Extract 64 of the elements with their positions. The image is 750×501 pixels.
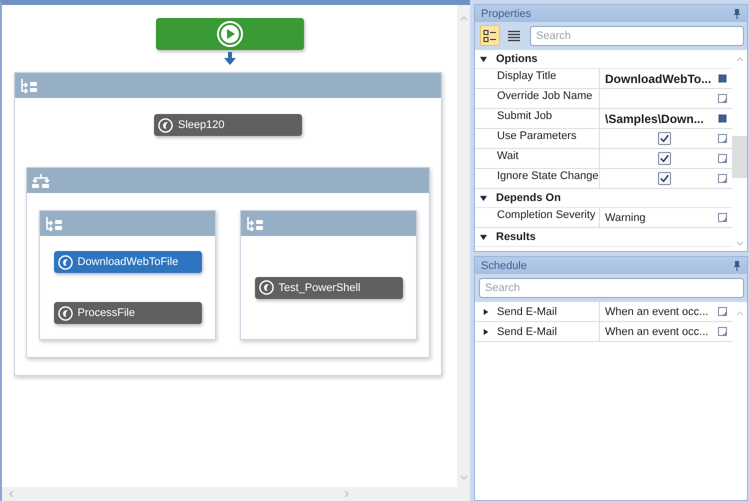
checkbox[interactable] [658,152,670,165]
value-marker-icon[interactable] [718,74,727,83]
scroll-down-icon[interactable] [736,241,744,247]
pin-icon[interactable] [733,260,741,270]
expand-toggle-icon[interactable] [483,328,489,334]
property-name: Use Parameters [475,129,600,148]
panel-title: Schedule [481,260,527,272]
property-name: Ignore State Change [475,169,600,188]
expand-toggle-icon[interactable] [483,308,489,314]
checkbox[interactable] [658,172,670,185]
list-icon [507,28,521,42]
job-icon [58,254,72,270]
value-marker-icon[interactable] [718,307,727,316]
value-marker-icon[interactable] [718,327,727,336]
activity-node[interactable]: ProcessFile [54,302,202,324]
property-name: Wait [475,149,600,168]
sequence-icon [246,216,264,232]
activity-node[interactable]: Sleep120 [154,114,302,136]
activity-node[interactable]: DownloadWebToFile [54,251,202,273]
property-name: Completion Severity [475,208,600,227]
scroll-thumb[interactable] [732,136,747,178]
activity-node[interactable]: Test_PowerShell [254,276,402,298]
property-value[interactable]: \Samples\Down... [605,112,704,126]
play-icon [217,21,243,47]
job-icon [258,280,274,295]
value-marker-icon[interactable] [718,94,727,103]
property-name: Override Job Name [475,89,600,108]
value-marker-icon[interactable] [718,213,727,222]
start-node[interactable] [156,18,304,50]
flow-arrow [223,52,237,66]
value-marker-icon[interactable] [718,174,727,183]
pin-icon[interactable] [733,8,741,18]
category-row[interactable]: Results [475,228,732,247]
sequence-icon [45,216,63,232]
property-name: Display Title [475,69,600,88]
value-marker-icon[interactable] [718,134,727,143]
category-name: Options [496,53,538,65]
property-name: Submit Job [475,109,600,128]
property-value[interactable]: DownloadWebTo... [605,72,712,86]
expand-toggle-icon[interactable] [480,56,487,62]
category-row[interactable]: Options [475,50,732,69]
search-field[interactable]: Search [530,26,744,46]
expand-toggle-icon[interactable] [480,234,487,240]
categorized-list-icon [483,28,497,42]
panel-title: Properties [481,8,532,20]
checkbox[interactable] [658,132,670,145]
search-field[interactable]: Search [479,278,744,298]
schedule-trigger[interactable]: When an event occ... [605,306,708,318]
job-icon [58,306,72,320]
categorized-view-button[interactable] [480,25,500,46]
schedule-action: Send E-Mail [497,326,557,338]
category-row[interactable]: Depends On [475,189,732,208]
parallel-icon [32,172,50,188]
property-value[interactable]: Warning [605,212,646,224]
scroll-up-icon[interactable] [736,56,744,62]
expand-toggle-icon[interactable] [480,194,487,202]
category-name: Depends On [496,192,561,204]
category-name: Results [496,231,536,243]
job-icon [158,118,173,132]
value-marker-icon[interactable] [718,154,727,163]
schedule-trigger[interactable]: When an event occ... [605,326,708,338]
schedule-action: Send E-Mail [497,306,557,318]
sequence-icon [20,78,38,94]
value-marker-icon[interactable] [718,114,727,123]
